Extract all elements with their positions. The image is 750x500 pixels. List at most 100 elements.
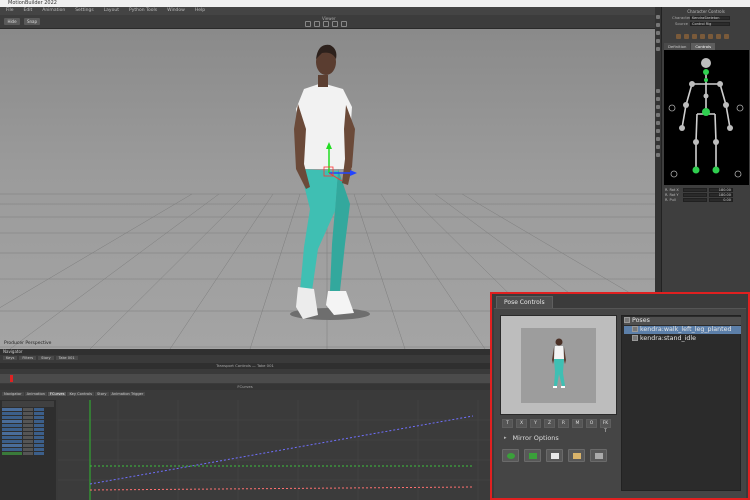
panel-icon[interactable] <box>656 129 660 133</box>
tab-take[interactable]: Take 001 <box>55 356 78 360</box>
tab-controls[interactable]: Controls <box>691 43 716 50</box>
pose-y-button[interactable]: Y <box>530 419 541 428</box>
list-item[interactable] <box>2 408 54 411</box>
expand-arrow-icon[interactable]: ▸ <box>504 435 507 441</box>
delete-pose-button[interactable] <box>590 449 607 462</box>
tab-story-2[interactable]: Story <box>95 392 109 396</box>
list-item[interactable] <box>2 416 54 419</box>
pose-t-button[interactable]: T <box>502 419 513 428</box>
tab-key-controls[interactable]: Key Controls <box>67 392 94 396</box>
fcurve-property-list[interactable] <box>0 400 56 500</box>
paste-pose-button[interactable] <box>524 449 541 462</box>
trash-icon <box>595 453 603 459</box>
playhead-marker[interactable] <box>10 375 13 382</box>
list-item[interactable] <box>2 436 54 439</box>
panel-icon[interactable] <box>656 121 660 125</box>
source-row: Source Control Rig <box>662 21 750 26</box>
list-item[interactable] <box>2 432 54 435</box>
pose-item[interactable]: kendra:stand_idle <box>624 335 696 343</box>
list-item[interactable] <box>2 428 54 431</box>
dof-slider[interactable] <box>683 193 707 197</box>
list-item[interactable] <box>2 444 54 447</box>
fcurve-graph[interactable] <box>58 400 490 500</box>
menu-help[interactable]: Help <box>195 7 205 15</box>
menu-window[interactable]: Window <box>167 7 185 15</box>
list-item[interactable] <box>2 440 54 443</box>
list-item[interactable] <box>2 448 54 451</box>
camera-icon[interactable] <box>341 21 347 27</box>
list-item[interactable] <box>2 420 54 423</box>
panel-icon[interactable] <box>656 31 660 35</box>
pin-icon[interactable] <box>692 34 697 39</box>
panel-icon[interactable] <box>656 137 660 141</box>
paste-button[interactable] <box>568 449 585 462</box>
character-dropdown[interactable]: KendraSkeleton <box>690 15 730 20</box>
panel-icon[interactable] <box>656 97 660 101</box>
camera-label: Producer Perspective <box>4 341 52 346</box>
tab-animation[interactable]: Animation <box>24 392 47 396</box>
select-icon[interactable] <box>305 21 311 27</box>
panel-icon[interactable] <box>656 89 660 93</box>
list-item[interactable] <box>2 424 54 427</box>
timeline-ruler[interactable] <box>0 374 490 383</box>
key-icon[interactable] <box>700 34 705 39</box>
dof-value[interactable]: 0.00 <box>709 198 733 202</box>
panel-icon[interactable] <box>656 153 660 157</box>
list-item[interactable] <box>2 412 54 415</box>
tab-filters[interactable]: Filters <box>19 356 37 360</box>
panel-icon[interactable] <box>656 145 660 149</box>
copy-pose-button[interactable] <box>546 449 563 462</box>
dof-slider[interactable] <box>683 198 707 202</box>
menu-python-tools[interactable]: Python Tools <box>129 7 157 15</box>
source-label: Source <box>674 21 688 26</box>
full-body-icon[interactable] <box>716 34 721 39</box>
scale-icon[interactable] <box>332 21 338 27</box>
character-skeleton-view[interactable] <box>664 50 749 185</box>
pose-item-selected[interactable]: kendra:walk_left_leg_planted <box>624 326 741 334</box>
menu-animation[interactable]: Animation <box>42 7 65 15</box>
panel-icon[interactable] <box>656 23 660 27</box>
tab-keys[interactable]: Keys <box>3 356 18 360</box>
source-dropdown[interactable]: Control Rig <box>690 21 730 26</box>
tab-story[interactable]: Story <box>38 356 54 360</box>
tab-definition[interactable]: Definition <box>664 43 691 50</box>
pose-o-button[interactable]: O <box>586 419 597 428</box>
menu-settings[interactable]: Settings <box>75 7 93 15</box>
panel-icon[interactable] <box>656 39 660 43</box>
rotate-icon[interactable] <box>323 21 329 27</box>
pose-fkt-button[interactable]: FK T <box>600 419 611 434</box>
toolbar-snap-button[interactable]: Snap <box>24 18 40 25</box>
panel-icon[interactable] <box>656 47 660 51</box>
ik-icon[interactable] <box>676 34 681 39</box>
list-item[interactable] <box>2 452 54 455</box>
dof-value[interactable]: 180.00 <box>709 188 733 192</box>
pose-z-button[interactable]: Z <box>544 419 555 428</box>
pose-m-button[interactable]: M <box>572 419 583 428</box>
dof-slider[interactable] <box>683 188 707 192</box>
dof-name: R. Rot X <box>665 188 679 192</box>
panel-icon[interactable] <box>656 15 660 19</box>
character-label: Character <box>672 15 691 20</box>
menu-file[interactable]: File <box>6 7 14 15</box>
move-icon[interactable] <box>314 21 320 27</box>
pose-controls-tab[interactable]: Pose Controls <box>496 296 553 308</box>
create-pose-button[interactable] <box>502 449 519 462</box>
poses-tree[interactable]: Poses kendra:walk_left_leg_planted kendr… <box>621 315 741 491</box>
panel-icon[interactable] <box>656 105 660 109</box>
toolbar-hide-button[interactable]: Hide <box>4 18 20 25</box>
panel-icon[interactable] <box>656 113 660 117</box>
tab-navigator[interactable]: Navigator <box>2 392 24 396</box>
mirror-options[interactable]: ▸ Mirror Options <box>504 434 559 442</box>
pose-x-button[interactable]: X <box>516 419 527 428</box>
poses-root-node[interactable]: Poses <box>624 317 741 325</box>
menu-layout[interactable]: Layout <box>104 7 119 15</box>
fk-icon[interactable] <box>684 34 689 39</box>
selection-icon[interactable] <box>724 34 729 39</box>
tab-animation-trigger[interactable]: Animation Trigger <box>109 392 146 396</box>
tab-fcurves[interactable]: FCurves <box>47 392 67 396</box>
mirror-options-label: Mirror Options <box>512 434 559 442</box>
menu-edit[interactable]: Edit <box>24 7 33 15</box>
pose-r-button[interactable]: R <box>558 419 569 428</box>
body-part-icon[interactable] <box>708 34 713 39</box>
dof-value[interactable]: 180.00 <box>709 193 733 197</box>
